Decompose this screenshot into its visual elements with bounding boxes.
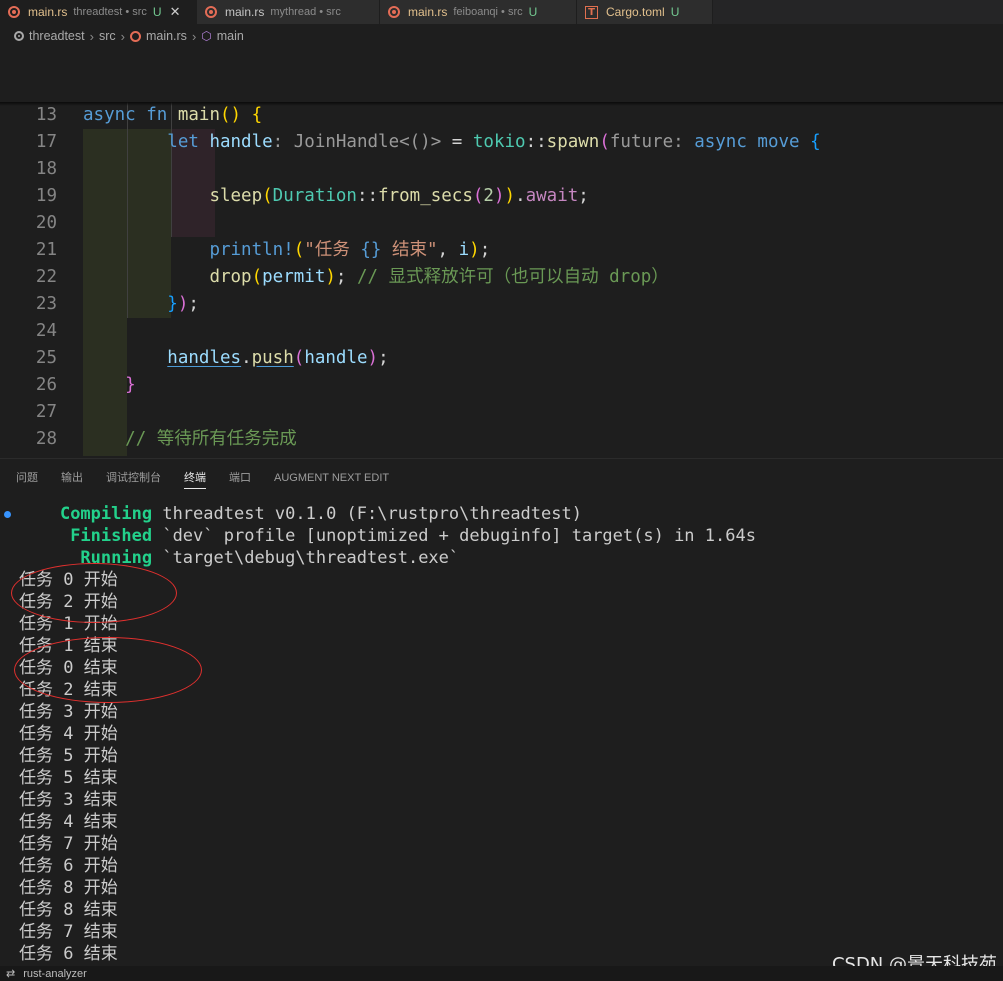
- breadcrumb-symbol[interactable]: main: [217, 29, 244, 43]
- tab-problems[interactable]: 问题: [16, 459, 38, 497]
- code-line: 27 // 等待所有任务完成: [0, 372, 1003, 449]
- tab-filename: main.rs: [225, 5, 265, 19]
- terminal-output-line: 任务 3 结束: [19, 790, 118, 810]
- tab-debug-console[interactable]: 调试控制台: [106, 459, 161, 497]
- code-line: 22 });: [0, 237, 1003, 314]
- terminal-line-compiling: Compiling threadtest v0.1.0 (F:\rustpro\…: [59, 504, 582, 524]
- tab-cargo-toml[interactable]: T Cargo.toml U: [577, 0, 713, 24]
- terminal-output-line: 任务 5 开始: [19, 746, 118, 766]
- terminal-output-line: 任务 6 结束: [19, 944, 118, 964]
- code-line: 29 handle.await.unwrap();: [0, 426, 1003, 453]
- terminal-output-line: 任务 5 结束: [19, 768, 118, 788]
- code-line: 21 drop(permit); // 显式释放许可（也可以自动 drop）: [0, 210, 1003, 287]
- terminal-output-line: 任务 8 开始: [19, 878, 118, 898]
- status-rust-analyzer[interactable]: rust-analyzer: [23, 968, 87, 980]
- tab-description: threadtest • src: [73, 6, 147, 18]
- tab-description: feiboanqi • src: [453, 6, 523, 18]
- terminal-output-line: 任务 3 开始: [19, 702, 118, 722]
- code-editor[interactable]: 6 async fn main() { 13 let handle: JoinH…: [0, 48, 1003, 456]
- terminal-line-finished: Finished `dev` profile [unoptimized + de…: [70, 526, 756, 546]
- editor-tab-bar: main.rs threadtest • src U ✕ main.rs myt…: [0, 0, 1003, 24]
- code-line: 18 sleep(Duration::from_secs(2)).await;: [0, 129, 1003, 206]
- code-line: 25 }: [0, 318, 1003, 395]
- rust-file-icon: [129, 30, 141, 42]
- tab-terminal[interactable]: 终端: [184, 459, 206, 497]
- tab-untracked-badge: U: [670, 5, 680, 19]
- rust-file-icon: [8, 6, 20, 18]
- breadcrumb: threadtest › src › main.rs › ⬡ main: [0, 24, 1003, 48]
- code-line: 28 for handle: JoinHandle<()> in handles…: [0, 399, 1003, 449]
- status-bar: ⇄ rust-analyzer: [0, 966, 1003, 981]
- breadcrumb-file[interactable]: main.rs: [146, 29, 187, 43]
- panel-tab-bar: 问题 输出 调试控制台 终端 端口 AUGMENT NEXT EDIT: [0, 458, 1003, 496]
- terminal-output-line: 任务 6 开始: [19, 856, 118, 876]
- symbol-method-icon: ⬡: [201, 29, 212, 43]
- code-line: 26: [0, 345, 1003, 395]
- tab-output[interactable]: 输出: [61, 459, 83, 497]
- code-line: 20 println!("任务 {} 结束", i);: [0, 183, 1003, 260]
- command-decoration-icon: [4, 511, 11, 518]
- tab-main-rs-mythread[interactable]: main.rs mythread • src: [197, 0, 380, 24]
- tab-description: mythread • src: [270, 6, 341, 18]
- sync-icon: ⇄: [6, 968, 16, 980]
- rust-file-icon: [388, 6, 400, 18]
- terminal-output-line: 任务 4 结束: [19, 812, 118, 832]
- tab-main-rs-threadtest[interactable]: main.rs threadtest • src U ✕: [0, 0, 197, 24]
- chevron-right-icon: ›: [89, 28, 94, 44]
- tab-main-rs-feiboanqi[interactable]: main.rs feiboanqi • src U: [380, 0, 577, 24]
- annotation-circle: [14, 637, 202, 703]
- chevron-right-icon: ›: [120, 28, 125, 44]
- tab-filename: Cargo.toml: [606, 5, 665, 19]
- terminal-output-line: 任务 4 开始: [19, 724, 118, 744]
- tab-filename: main.rs: [408, 5, 448, 19]
- code-line: 17: [0, 102, 1003, 152]
- terminal[interactable]: Compiling threadtest v0.1.0 (F:\rustpro\…: [0, 500, 1003, 966]
- terminal-output-line: 任务 7 结束: [19, 922, 118, 942]
- code-line-sticky: 6 async fn main() {: [0, 48, 1003, 125]
- tab-untracked-badge: U: [152, 5, 162, 19]
- annotation-circle: [11, 563, 177, 623]
- tab-filename: main.rs: [28, 5, 68, 19]
- line-number: 29: [0, 453, 57, 456]
- rust-file-icon: [205, 6, 217, 18]
- code-line-sticky: 13 let handle: JoinHandle<()> = tokio::s…: [0, 75, 1003, 152]
- terminal-output-line: 任务 7 开始: [19, 834, 118, 854]
- close-icon[interactable]: ✕: [170, 4, 181, 20]
- terminal-output-line: 任务 8 结束: [19, 900, 118, 920]
- toml-file-icon: T: [585, 5, 598, 19]
- project-icon: [14, 31, 24, 41]
- breadcrumb-project[interactable]: threadtest: [29, 29, 85, 43]
- code-line: 19: [0, 156, 1003, 206]
- code-line: 24 handles.push(handle);: [0, 291, 1003, 368]
- code-line: 23: [0, 264, 1003, 314]
- tab-untracked-badge: U: [528, 5, 538, 19]
- tab-ports[interactable]: 端口: [229, 459, 251, 497]
- breadcrumb-folder[interactable]: src: [99, 29, 116, 43]
- chevron-right-icon: ›: [191, 28, 197, 44]
- tab-augment-next-edit[interactable]: AUGMENT NEXT EDIT: [274, 459, 389, 497]
